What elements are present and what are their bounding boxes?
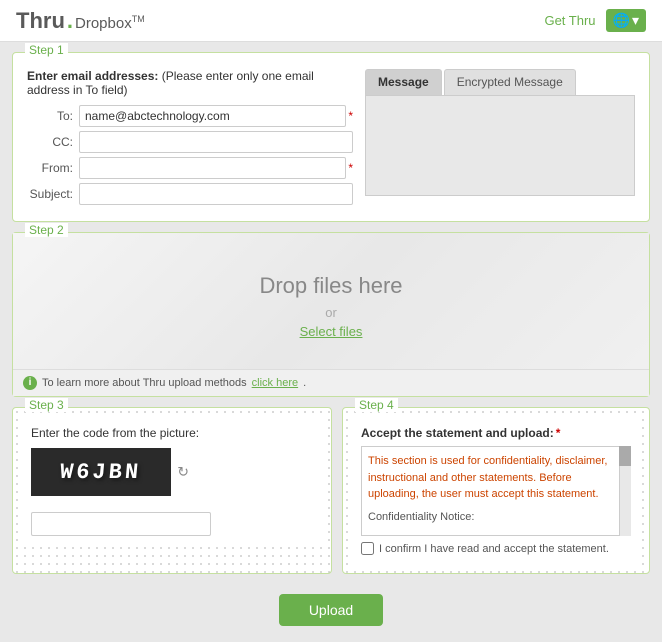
to-required: * xyxy=(348,109,353,123)
captcha-image: W6JBN ↻ xyxy=(31,448,171,496)
scrollbar-track xyxy=(619,446,631,536)
info-text: To learn more about Thru upload methods xyxy=(42,377,247,389)
upload-area: Upload xyxy=(12,584,650,632)
checkbox-row: I confirm I have read and accept the sta… xyxy=(361,542,631,555)
step4-content: Accept the statement and upload:* This s… xyxy=(351,416,641,565)
to-row: To: * xyxy=(27,105,353,127)
captcha-label: Enter the code from the picture: xyxy=(31,426,313,440)
subject-input-wrap xyxy=(79,183,353,205)
accept-checkbox[interactable] xyxy=(361,542,374,555)
main-content: Step 1 Enter email addresses: (Please en… xyxy=(0,42,662,642)
drop-or-text: or xyxy=(33,305,629,320)
step3-box: Step 3 Enter the code from the picture: … xyxy=(12,407,332,574)
globe-icon: 🌐 xyxy=(613,12,630,29)
logo-dropbox: DropboxTM xyxy=(75,14,145,32)
step2-box: Step 2 Drop files here or Select files i… xyxy=(12,232,650,397)
step1-content: Enter email addresses: (Please enter onl… xyxy=(13,53,649,221)
click-here-link[interactable]: click here xyxy=(252,377,298,389)
captcha-input[interactable] xyxy=(31,512,211,536)
step4-box: Step 4 Accept the statement and upload:*… xyxy=(342,407,650,574)
subject-row: Subject: xyxy=(27,183,353,205)
to-input[interactable] xyxy=(79,105,346,127)
from-required: * xyxy=(348,161,353,175)
instruction-bold: Enter email addresses: xyxy=(27,69,158,83)
header: Thru . DropboxTM Get Thru 🌐 ▾ xyxy=(0,0,662,42)
subject-input[interactable] xyxy=(79,183,353,205)
select-files-link[interactable]: Select files xyxy=(300,324,363,339)
cc-input-wrap xyxy=(79,131,353,153)
tab-encrypted-message[interactable]: Encrypted Message xyxy=(444,69,576,95)
upload-button[interactable]: Upload xyxy=(279,594,383,626)
logo-thru: Thru xyxy=(16,8,65,34)
step4-accept-label: Accept the statement and upload:* xyxy=(361,426,631,440)
from-input[interactable] xyxy=(79,157,346,179)
checkbox-label[interactable]: I confirm I have read and accept the sta… xyxy=(379,543,609,555)
drop-zone[interactable]: Drop files here or Select files xyxy=(13,233,649,369)
from-row: From: * xyxy=(27,157,353,179)
step3-content: Enter the code from the picture: W6JBN ↻ xyxy=(21,416,323,546)
info-suffix: . xyxy=(303,377,306,389)
subject-label: Subject: xyxy=(27,187,79,201)
info-icon: i xyxy=(23,376,37,390)
header-right: Get Thru 🌐 ▾ xyxy=(544,9,646,32)
to-input-wrap: * xyxy=(79,105,353,127)
chevron-down-icon: ▾ xyxy=(632,12,639,29)
logo-dot: . xyxy=(67,8,73,34)
step4-scroll-wrapper: This section is used for confidentiality… xyxy=(361,446,631,536)
message-tabs: Message Encrypted Message xyxy=(365,69,635,96)
step4-label: Step 4 xyxy=(355,398,398,412)
step1-left: Enter email addresses: (Please enter onl… xyxy=(27,69,353,209)
step1-instruction: Enter email addresses: (Please enter onl… xyxy=(27,69,353,97)
step4-section-title: Confidentiality Notice: xyxy=(368,509,624,526)
step4-scroll-area[interactable]: This section is used for confidentiality… xyxy=(361,446,631,536)
step1-inner: Enter email addresses: (Please enter onl… xyxy=(27,69,635,209)
captcha-text: W6JBN xyxy=(59,460,142,485)
get-thru-link[interactable]: Get Thru xyxy=(544,13,595,28)
message-textarea[interactable] xyxy=(365,96,635,196)
from-label: From: xyxy=(27,161,79,175)
cc-label: CC: xyxy=(27,135,79,149)
info-bar: i To learn more about Thru upload method… xyxy=(13,369,649,396)
step2-label: Step 2 xyxy=(25,223,68,237)
drop-files-text: Drop files here xyxy=(33,273,629,299)
from-input-wrap: * xyxy=(79,157,353,179)
step1-box: Step 1 Enter email addresses: (Please en… xyxy=(12,52,650,222)
scrollbar-thumb[interactable] xyxy=(619,446,631,466)
step4-body-text: This section is used for confidentiality… xyxy=(368,455,607,500)
step1-label: Step 1 xyxy=(25,43,68,57)
globe-language-button[interactable]: 🌐 ▾ xyxy=(606,9,646,32)
cc-row: CC: xyxy=(27,131,353,153)
cc-input[interactable] xyxy=(79,131,353,153)
to-label: To: xyxy=(27,109,79,123)
step3-label: Step 3 xyxy=(25,398,68,412)
step1-right: Message Encrypted Message xyxy=(365,69,635,209)
logo: Thru . DropboxTM xyxy=(16,8,145,34)
tab-message[interactable]: Message xyxy=(365,69,442,95)
steps-34-row: Step 3 Enter the code from the picture: … xyxy=(12,407,650,584)
captcha-refresh-icon[interactable]: ↻ xyxy=(177,464,189,481)
step4-required: * xyxy=(556,426,561,440)
